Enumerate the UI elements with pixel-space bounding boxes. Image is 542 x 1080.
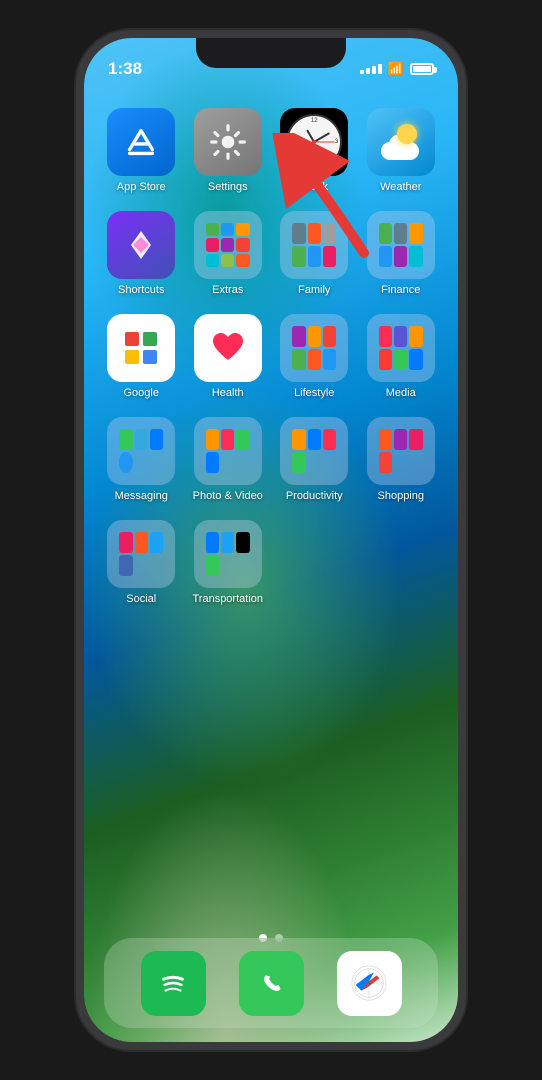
photovideo-icon: [194, 417, 262, 485]
app-media[interactable]: Media: [364, 314, 439, 399]
weather-icon: [367, 108, 435, 176]
finance-label: Finance: [381, 284, 420, 296]
app-extras[interactable]: Extras: [191, 211, 266, 296]
extras-label: Extras: [212, 284, 243, 296]
appstore-icon: [107, 108, 175, 176]
finance-icon: [367, 211, 435, 279]
shortcuts-label: Shortcuts: [118, 284, 164, 296]
battery-icon: [410, 63, 434, 75]
clock-label: Clock: [300, 181, 328, 193]
google-label: Google: [124, 387, 159, 399]
shopping-label: Shopping: [378, 490, 425, 502]
spotify-icon: [141, 951, 206, 1016]
wifi-icon: 📶: [388, 61, 404, 77]
settings-label: Settings: [208, 181, 248, 193]
app-finance[interactable]: Finance: [364, 211, 439, 296]
app-photovideo[interactable]: Photo & Video: [191, 417, 266, 502]
app-appstore[interactable]: App Store: [104, 108, 179, 193]
lifestyle-icon: [280, 314, 348, 382]
dock-phone[interactable]: [239, 951, 304, 1016]
health-label: Health: [212, 387, 244, 399]
app-shopping[interactable]: Shopping: [364, 417, 439, 502]
lifestyle-label: Lifestyle: [294, 387, 334, 399]
social-icon: [107, 520, 175, 588]
shortcuts-icon: [107, 211, 175, 279]
phone-frame: 1:38 📶: [76, 30, 466, 1050]
app-social[interactable]: Social: [104, 520, 179, 605]
app-lifestyle[interactable]: Lifestyle: [277, 314, 352, 399]
signal-icon: [360, 64, 382, 74]
messaging-icon: [107, 417, 175, 485]
dock-safari[interactable]: [337, 951, 402, 1016]
app-shortcuts[interactable]: Shortcuts: [104, 211, 179, 296]
app-settings[interactable]: Settings: [191, 108, 266, 193]
app-transportation[interactable]: Transportation: [191, 520, 266, 605]
productivity-label: Productivity: [286, 490, 343, 502]
phone-screen: 1:38 📶: [84, 38, 458, 1042]
notch: [196, 38, 346, 68]
family-icon: [280, 211, 348, 279]
settings-icon: [194, 108, 262, 176]
appstore-label: App Store: [117, 181, 166, 193]
weather-label: Weather: [380, 181, 421, 193]
dock-spotify[interactable]: [141, 951, 206, 1016]
family-label: Family: [298, 284, 330, 296]
app-weather[interactable]: Weather: [364, 108, 439, 193]
google-icon: [107, 314, 175, 382]
messaging-label: Messaging: [115, 490, 168, 502]
dock: [104, 938, 438, 1028]
shopping-icon: [367, 417, 435, 485]
status-icons: 📶: [360, 61, 434, 77]
app-productivity[interactable]: Productivity: [277, 417, 352, 502]
app-family[interactable]: Family: [277, 211, 352, 296]
productivity-icon: [280, 417, 348, 485]
safari-icon: [337, 951, 402, 1016]
app-google[interactable]: Google: [104, 314, 179, 399]
extras-icon: [194, 211, 262, 279]
transportation-icon: [194, 520, 262, 588]
social-label: Social: [126, 593, 156, 605]
media-icon: [367, 314, 435, 382]
status-time: 1:38: [108, 59, 142, 79]
transportation-label: Transportation: [192, 593, 263, 605]
app-clock[interactable]: 12 6 3 9 Clock: [277, 108, 352, 193]
phone-icon: [239, 951, 304, 1016]
photovideo-label: Photo & Video: [193, 490, 263, 502]
app-messaging[interactable]: Messaging: [104, 417, 179, 502]
clock-icon: 12 6 3 9: [280, 108, 348, 176]
media-label: Media: [386, 387, 416, 399]
app-grid: App Store: [84, 98, 458, 615]
health-icon: [194, 314, 262, 382]
app-health[interactable]: Health: [191, 314, 266, 399]
